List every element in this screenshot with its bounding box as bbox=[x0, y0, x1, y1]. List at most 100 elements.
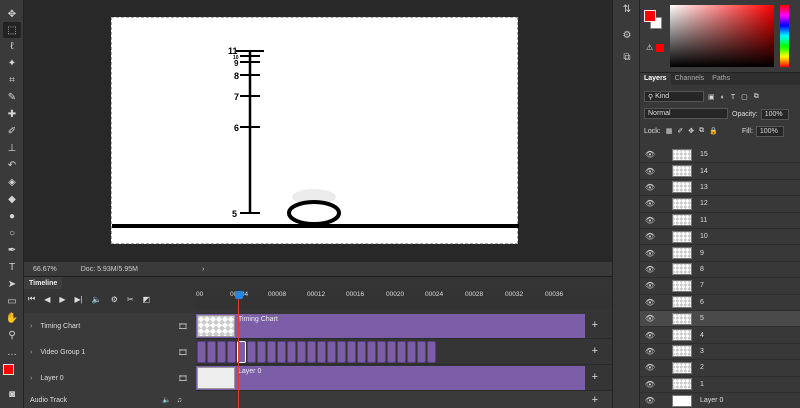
layer-row[interactable]: 👁 10 bbox=[640, 229, 800, 246]
clone-stamp-icon[interactable]: ⊥ bbox=[3, 140, 21, 156]
visibility-eye-icon[interactable]: 👁 bbox=[640, 216, 660, 225]
timeline-ruler[interactable]: 00 00004 00008 00012 00016 00020 00024 0… bbox=[196, 289, 612, 309]
blur-tool-icon[interactable]: ● bbox=[3, 208, 21, 224]
frame-clip[interactable] bbox=[227, 341, 236, 363]
hand-tool-icon[interactable]: ✋ bbox=[3, 310, 21, 326]
visibility-eye-icon[interactable]: 👁 bbox=[640, 183, 660, 192]
lock-artboard-icon[interactable]: ⧉ bbox=[699, 127, 704, 135]
playhead-handle[interactable] bbox=[235, 291, 243, 299]
frame-clip[interactable] bbox=[287, 341, 296, 363]
layer-row[interactable]: 👁 15 bbox=[640, 147, 800, 164]
add-audio-icon[interactable]: + bbox=[592, 394, 598, 406]
split-icon[interactable]: ✂ bbox=[127, 295, 134, 304]
zoom-tool-icon[interactable]: ⚲ bbox=[3, 327, 21, 343]
first-frame-icon[interactable]: ⏮ bbox=[28, 294, 35, 304]
film-icon[interactable]: 🎞 bbox=[178, 348, 188, 357]
filter-kind-select[interactable]: ⚲ Kind bbox=[644, 91, 704, 102]
frame-clip[interactable] bbox=[357, 341, 366, 363]
layer-row[interactable]: 👁 6 bbox=[640, 295, 800, 311]
crop-tool-icon[interactable]: ⌗ bbox=[3, 72, 21, 88]
audio-icon[interactable]: 🔈 bbox=[92, 295, 102, 304]
layer-row[interactable]: 👁 5 bbox=[640, 311, 800, 328]
quick-mask-icon[interactable]: ◙ bbox=[3, 386, 21, 402]
smart-filter-icon[interactable]: ⧉ bbox=[754, 93, 759, 101]
frame-clip[interactable] bbox=[197, 341, 206, 363]
tab-paths[interactable]: Paths bbox=[708, 73, 734, 85]
music-note-icon[interactable]: ♫ bbox=[177, 397, 182, 404]
timeline-tab[interactable]: Timeline bbox=[24, 277, 63, 289]
visibility-eye-icon[interactable]: 👁 bbox=[640, 167, 660, 176]
properties-icon[interactable]: ⚙ bbox=[620, 30, 634, 44]
path-selection-icon[interactable]: ➤ bbox=[3, 276, 21, 292]
frame-clip[interactable] bbox=[407, 341, 416, 363]
track-label-video-group[interactable]: › Video Group 1 🎞 bbox=[24, 339, 196, 365]
type-filter-icon[interactable]: T bbox=[731, 94, 735, 101]
fill-input[interactable]: 100% bbox=[755, 125, 784, 137]
play-icon[interactable]: ▶ bbox=[59, 295, 65, 304]
lock-all-icon[interactable]: 🔒 bbox=[709, 127, 718, 135]
eraser-icon[interactable]: ◈ bbox=[3, 174, 21, 190]
track-label-timing-chart[interactable]: › Timing Chart 🎞 bbox=[24, 313, 196, 339]
tab-layers[interactable]: Layers bbox=[640, 73, 671, 85]
status-arrow-icon[interactable]: › bbox=[202, 266, 204, 273]
layer-row[interactable]: 👁 2 bbox=[640, 360, 800, 377]
frame-clip[interactable] bbox=[257, 341, 266, 363]
visibility-eye-icon[interactable]: 👁 bbox=[640, 347, 660, 356]
frame-clip[interactable] bbox=[397, 341, 406, 363]
dodge-tool-icon[interactable]: ○ bbox=[3, 225, 21, 241]
brush-tool-icon[interactable]: ✐ bbox=[3, 123, 21, 139]
visibility-eye-icon[interactable]: 👁 bbox=[640, 281, 660, 290]
visibility-eye-icon[interactable]: 👁 bbox=[640, 298, 660, 307]
tab-channels[interactable]: Channels bbox=[671, 73, 709, 85]
frame-clip[interactable] bbox=[217, 341, 226, 363]
frame-clip[interactable] bbox=[367, 341, 376, 363]
layer-row[interactable]: 👁 Layer 0 bbox=[640, 393, 800, 408]
frame-clip[interactable] bbox=[337, 341, 346, 363]
frame-clip[interactable] bbox=[207, 341, 216, 363]
adjustments-icon[interactable]: ⧉ bbox=[620, 52, 634, 66]
history-brush-icon[interactable]: ↶ bbox=[3, 157, 21, 173]
frame-clip[interactable] bbox=[317, 341, 326, 363]
layer-row[interactable]: 👁 7 bbox=[640, 278, 800, 295]
history-icon[interactable]: ⇅ bbox=[620, 4, 634, 18]
more-tools-icon[interactable]: … bbox=[3, 344, 21, 360]
previous-frame-icon[interactable]: ◀ bbox=[44, 295, 50, 304]
color-picker-field[interactable] bbox=[670, 5, 774, 67]
lasso-tool-icon[interactable]: ℓ bbox=[3, 38, 21, 54]
frame-clip[interactable] bbox=[267, 341, 276, 363]
layer-row[interactable]: 👁 4 bbox=[640, 327, 800, 344]
track-clip-layer-0[interactable]: Layer 0 bbox=[196, 366, 585, 390]
lock-transparent-icon[interactable]: ▦ bbox=[666, 127, 673, 135]
move-tool-icon[interactable]: ✥ bbox=[3, 6, 21, 22]
film-icon[interactable]: 🎞 bbox=[178, 374, 188, 383]
healing-brush-icon[interactable]: ✚ bbox=[3, 106, 21, 122]
gamut-warning-swatch[interactable] bbox=[656, 44, 664, 52]
settings-icon[interactable]: ⚙ bbox=[111, 295, 118, 304]
layer-row[interactable]: 👁 12 bbox=[640, 196, 800, 213]
layer-row[interactable]: 👁 11 bbox=[640, 213, 800, 229]
opacity-input[interactable]: 100% bbox=[760, 108, 789, 120]
visibility-eye-icon[interactable]: 👁 bbox=[640, 249, 660, 258]
visibility-eye-icon[interactable]: 👁 bbox=[640, 265, 660, 274]
adjustment-filter-icon[interactable]: ◐ bbox=[721, 94, 725, 101]
layer-row[interactable]: 👁 1 bbox=[640, 377, 800, 393]
visibility-eye-icon[interactable]: 👁 bbox=[640, 314, 660, 323]
layer-row[interactable]: 👁 13 bbox=[640, 180, 800, 197]
layer-row[interactable]: 👁 14 bbox=[640, 163, 800, 180]
frame-clip[interactable] bbox=[377, 341, 386, 363]
layer-row[interactable]: 👁 8 bbox=[640, 262, 800, 279]
pen-tool-icon[interactable]: ✒ bbox=[3, 242, 21, 258]
visibility-eye-icon[interactable]: 👁 bbox=[640, 363, 660, 372]
add-media-icon[interactable]: + bbox=[592, 319, 598, 331]
frame-clip[interactable] bbox=[277, 341, 286, 363]
visibility-eye-icon[interactable]: 👁 bbox=[640, 380, 660, 389]
magic-wand-icon[interactable]: ✦ bbox=[3, 55, 21, 71]
transition-icon[interactable]: ◩ bbox=[143, 295, 151, 304]
frame-clip[interactable] bbox=[297, 341, 306, 363]
shape-filter-icon[interactable]: ▢ bbox=[741, 93, 748, 101]
color-foreground-swatch[interactable] bbox=[644, 10, 656, 22]
marquee-tool-icon[interactable]: ⬚ bbox=[3, 22, 21, 38]
film-icon[interactable]: 🎞 bbox=[178, 322, 188, 331]
track-label-layer-0[interactable]: › Layer 0 🎞 bbox=[24, 365, 196, 391]
visibility-eye-icon[interactable]: 👁 bbox=[640, 396, 660, 405]
